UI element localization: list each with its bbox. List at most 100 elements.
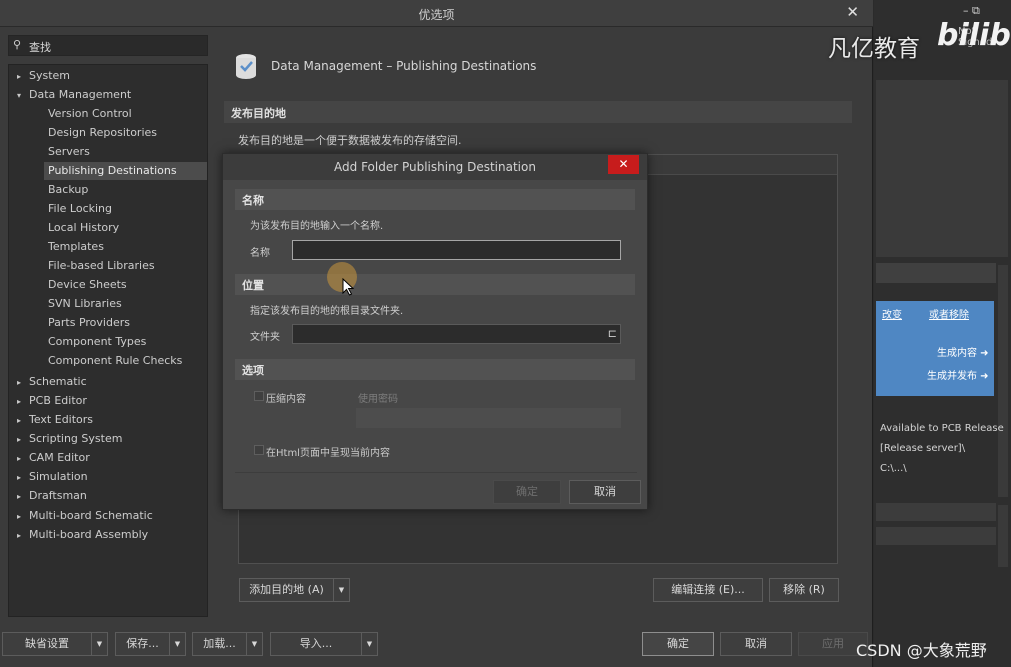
generate-publish-link[interactable]: 生成并发布 ➜	[927, 367, 989, 382]
release-info-line: Available to PCB Release	[880, 423, 1004, 434]
dialog-ok-button[interactable]: 确定	[493, 480, 561, 504]
expand-arrow-icon[interactable]: ▸	[17, 508, 29, 526]
background-row	[876, 527, 996, 545]
background-panel	[876, 80, 1008, 257]
database-icon	[236, 54, 256, 79]
location-description: 指定该发布目的地的根目录文件夹.	[250, 306, 404, 317]
edit-connection-button[interactable]: 编辑连接 (E)...	[653, 578, 763, 602]
section-header: 发布目的地	[224, 101, 852, 123]
password-field[interactable]	[356, 408, 621, 428]
add-folder-destination-dialog: Add Folder Publishing Destination ✕ 名称 为…	[222, 153, 648, 510]
tree-item-pcb-editor[interactable]: ▸ PCB Editor	[17, 392, 87, 410]
chevron-down-icon[interactable]: ▼	[169, 633, 185, 655]
watermark-text: 凡亿教育	[828, 36, 920, 62]
name-label: 名称	[250, 248, 270, 259]
tree-item-draftsman[interactable]: ▸ Draftsman	[17, 487, 87, 505]
name-field[interactable]	[292, 240, 621, 260]
tree-item-file-locking[interactable]: File Locking	[48, 200, 112, 218]
tree-item-data-management[interactable]: ▾ Data Management	[17, 86, 131, 104]
folder-open-icon[interactable]: ⊏	[608, 327, 617, 340]
expand-arrow-icon[interactable]: ▸	[17, 68, 29, 86]
tree-item-svn-libraries[interactable]: SVN Libraries	[48, 295, 122, 313]
folder-label: 文件夹	[250, 332, 280, 343]
window-title: 优选项	[418, 8, 455, 22]
tree-item-design-repositories[interactable]: Design Repositories	[48, 124, 157, 142]
tree-item-publishing-destinations[interactable]: Publishing Destinations	[44, 162, 207, 180]
window-controls[interactable]: – ⧉	[963, 4, 980, 18]
expand-arrow-icon[interactable]: ▸	[17, 393, 29, 411]
scrollbar[interactable]	[998, 505, 1008, 567]
compress-label: 压缩内容	[266, 394, 306, 405]
title-bar: 优选项 ✕	[0, 0, 873, 27]
tree-item-backup[interactable]: Backup	[48, 181, 88, 199]
remove-button[interactable]: 移除 (R)	[769, 578, 839, 602]
collapse-arrow-icon[interactable]: ▾	[17, 87, 29, 105]
section-title: 发布目的地	[231, 107, 286, 120]
background-row	[876, 503, 996, 521]
expand-arrow-icon[interactable]: ▸	[17, 469, 29, 487]
load-button[interactable]: 加载... ▼	[192, 632, 263, 656]
tree-item-component-types[interactable]: Component Types	[48, 333, 146, 351]
add-destination-button[interactable]: 添加目的地 (A) ▼	[239, 578, 350, 602]
options-group-header: 选项	[235, 359, 635, 380]
mouse-pointer-icon	[342, 278, 355, 296]
compress-checkbox[interactable]	[254, 391, 264, 401]
expand-arrow-icon[interactable]: ▸	[17, 374, 29, 392]
tree-item-system[interactable]: ▸ System	[17, 67, 70, 85]
defaults-button[interactable]: 缺省设置 ▼	[2, 632, 108, 656]
cancel-button[interactable]: 取消	[720, 632, 792, 656]
use-password-label: 使用密码	[358, 394, 398, 405]
background-header	[876, 263, 996, 283]
tree-item-simulation[interactable]: ▸ Simulation	[17, 468, 88, 486]
tree-item-version-control[interactable]: Version Control	[48, 105, 132, 123]
tree-item-multi-board-schematic[interactable]: ▸ Multi-board Schematic	[17, 507, 153, 525]
scrollbar[interactable]	[998, 265, 1008, 497]
tree-item-scripting-system[interactable]: ▸ Scripting System	[17, 430, 122, 448]
folder-field[interactable]: ⊏	[292, 324, 621, 344]
html-checkbox[interactable]	[254, 445, 264, 455]
name-group-header: 名称	[235, 189, 635, 210]
tree-item-parts-providers[interactable]: Parts Providers	[48, 314, 130, 332]
tree-item-schematic[interactable]: ▸ Schematic	[17, 373, 87, 391]
tree-item-local-history[interactable]: Local History	[48, 219, 119, 237]
search-icon: ⚲	[13, 38, 22, 51]
tree-item-device-sheets[interactable]: Device Sheets	[48, 276, 127, 294]
tree-item-cam-editor[interactable]: ▸ CAM Editor	[17, 449, 90, 467]
expand-arrow-icon[interactable]: ▸	[17, 527, 29, 545]
close-icon[interactable]: ✕	[846, 3, 859, 21]
chevron-down-icon[interactable]: ▼	[91, 633, 107, 655]
dialog-close-icon[interactable]: ✕	[608, 155, 639, 174]
release-info-line: C:\...\	[880, 463, 907, 474]
tree-item-templates[interactable]: Templates	[48, 238, 104, 256]
csdn-watermark: CSDN @大象荒野	[856, 641, 987, 660]
bilibili-logo: bilibili	[937, 18, 1011, 53]
release-info-line: [Release server]\	[880, 443, 966, 454]
search-input[interactable]: ⚲ 查找	[8, 35, 208, 56]
html-label: 在Html页面中呈现当前内容	[266, 448, 390, 459]
expand-arrow-icon[interactable]: ▸	[17, 431, 29, 449]
tree-item-file-based-libraries[interactable]: File-based Libraries	[48, 257, 155, 275]
expand-arrow-icon[interactable]: ▸	[17, 412, 29, 430]
chevron-down-icon[interactable]: ▼	[246, 633, 262, 655]
import-button[interactable]: 导入... ▼	[270, 632, 378, 656]
expand-arrow-icon[interactable]: ▸	[17, 450, 29, 468]
ok-button[interactable]: 确定	[642, 632, 714, 656]
chevron-down-icon[interactable]: ▼	[333, 579, 349, 601]
generate-content-link[interactable]: 生成内容 ➜	[937, 344, 989, 359]
tree-item-multi-board-assembly[interactable]: ▸ Multi-board Assembly	[17, 526, 148, 544]
remove-link[interactable]: 或者移除	[929, 306, 969, 321]
tree-item-component-rule-checks[interactable]: Component Rule Checks	[48, 352, 182, 370]
dialog-title: Add Folder Publishing Destination	[334, 160, 536, 174]
save-button[interactable]: 保存... ▼	[115, 632, 186, 656]
divider	[235, 472, 637, 473]
options-tree: ▸ System ▾ Data Management Version Control…	[8, 64, 208, 617]
tree-item-text-editors[interactable]: ▸ Text Editors	[17, 411, 93, 429]
tree-item-servers[interactable]: Servers	[48, 143, 90, 161]
change-link[interactable]: 改变	[882, 306, 902, 321]
page-heading: Data Management – Publishing Destination…	[271, 59, 537, 73]
dialog-cancel-button[interactable]: 取消	[569, 480, 641, 504]
dialog-title-bar: Add Folder Publishing Destination ✕	[223, 154, 647, 180]
search-placeholder: 查找	[29, 41, 51, 54]
chevron-down-icon[interactable]: ▼	[361, 633, 377, 655]
expand-arrow-icon[interactable]: ▸	[17, 488, 29, 506]
